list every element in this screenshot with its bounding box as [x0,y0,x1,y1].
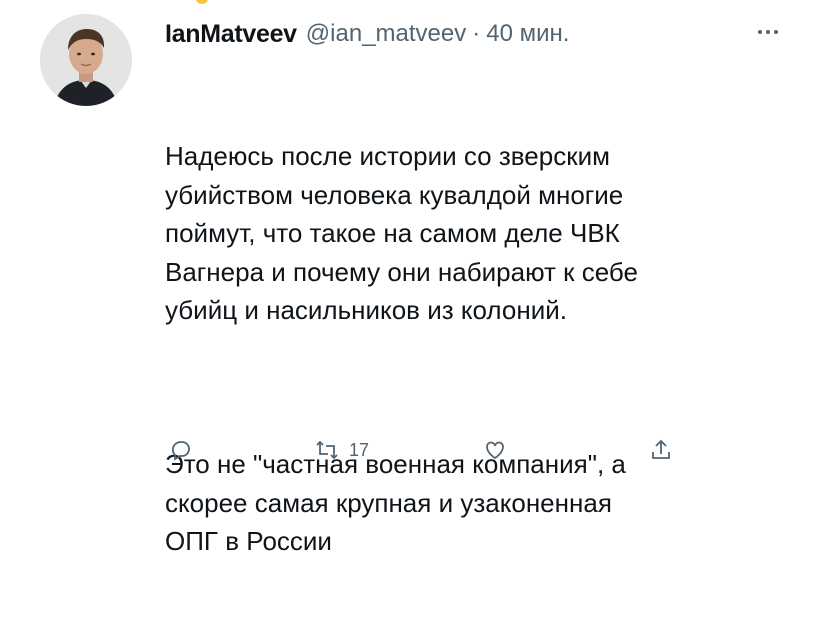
display-name[interactable]: IanMatveev [165,20,297,49]
user-handle[interactable]: @ian_matveev [306,20,466,48]
avatar-portrait-icon [40,14,132,106]
like-icon[interactable] [483,438,507,462]
timestamp[interactable]: 40 мин. [486,20,569,48]
tweet-text: Надеюсь после истории со зверским убийст… [165,60,805,638]
partial-emoji-icon [196,0,208,4]
more-options-icon[interactable] [748,20,788,44]
tweet-paragraph: Надеюсь после истории со зверским убийст… [165,141,638,325]
tweet-actions: 17 [165,438,725,468]
tweet-header: IanMatveev @ian_matveev · 40 мин. [165,14,569,54]
avatar[interactable] [40,14,132,106]
separator-dot: · [472,20,481,47]
retweet-icon[interactable] [315,438,339,462]
share-icon[interactable] [649,438,673,462]
reply-icon[interactable] [169,438,193,462]
tweet[interactable]: IanMatveev @ian_matveev · 40 мин. Надеюс… [0,0,825,556]
retweet-count: 17 [349,440,370,460]
